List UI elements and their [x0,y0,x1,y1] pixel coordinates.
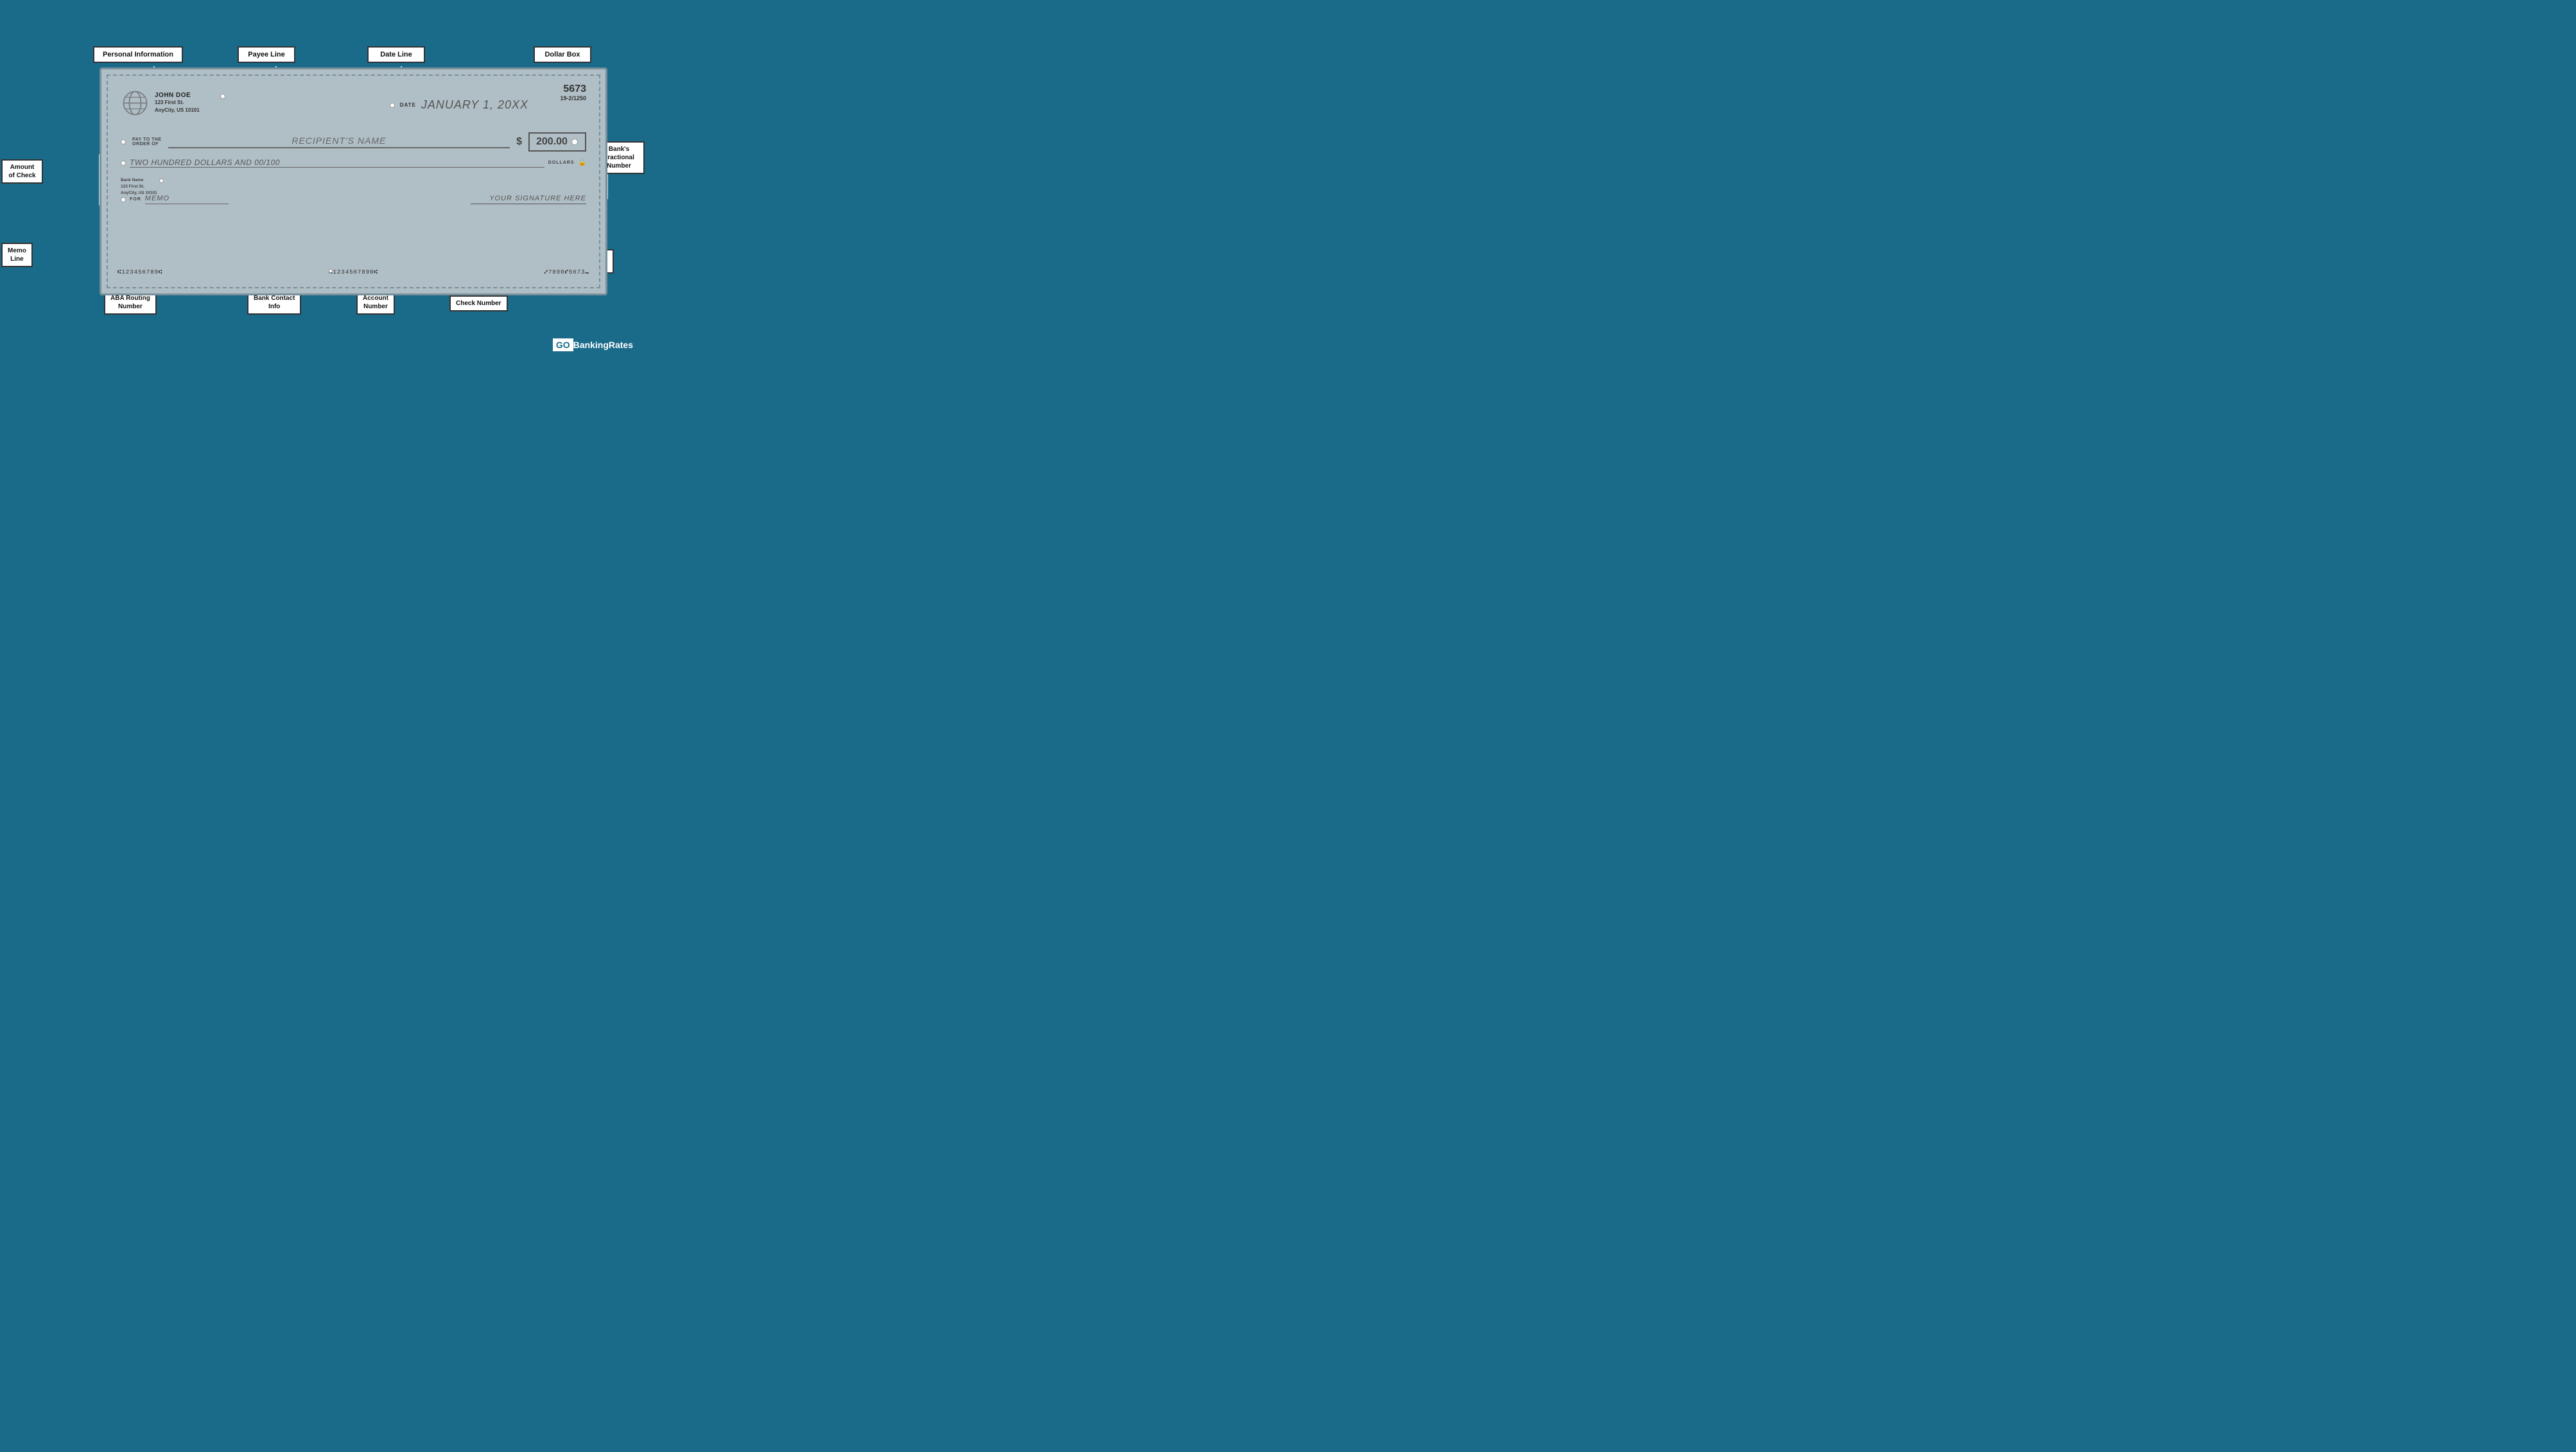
bank-address1: 123 First St. [121,184,157,190]
banking-rates-label: BankingRates [573,340,633,350]
go-label: GO [553,338,573,351]
label-personal-information: Personal Information [93,46,183,63]
date-area: DATE JANUARY 1, 20XX [390,98,528,112]
label-dollar-box: Dollar Box [534,46,591,63]
personal-info-text: JOHN DOE 123 First St. AnyCity, US 10101 [155,92,200,114]
check-number: 5673 [560,83,586,95]
pay-to-label: PAY TO THEORDER OF [132,137,162,146]
recipient-name: RECIPIENT'S NAME [168,136,510,148]
label-memo-line: MemoLine [1,243,33,267]
check-inner: 5673 19-2/1250 JOHN DOE 123 First St. An… [107,74,600,288]
micr-routing: ⑆123456789⑆ [117,269,162,276]
micr-check: ⑇7890⑈5673⑉ [544,269,589,276]
written-amount-text: TWO HUNDRED DOLLARS AND 00/100 [130,158,544,168]
dollar-box: 200.00 [528,132,586,152]
micr-account: ⑆1234567890⑆ [329,269,378,276]
account-holder-address2: AnyCity, US 10101 [155,107,200,114]
personal-info-area: JOHN DOE 123 First St. AnyCity, US 10101 [121,89,200,118]
fractional-number: 19-2/1250 [560,95,586,101]
label-amount-of-check: Amountof Check [1,159,43,184]
pay-to-area: PAY TO THEORDER OF RECIPIENT'S NAME $ 20… [121,132,586,152]
date-value: JANUARY 1, 20XX [421,98,528,112]
check-number-area: 5673 19-2/1250 [560,83,586,101]
amount-dot [571,139,578,145]
micr-line: ⑆123456789⑆ ⑆1234567890⑆ ⑇7890⑈5673⑉ [117,269,589,276]
branding: GO BankingRates [553,338,633,351]
signature-text: YOUR SIGNATURE HERE [471,195,586,204]
bank-info-dot [159,179,164,183]
memo-line-area: FOR MEMO YOUR SIGNATURE HERE [121,195,586,204]
for-label: FOR [130,197,141,202]
account-holder-address1: 123 First St. [155,99,200,107]
bank-name: Bank Name [121,177,157,184]
label-payee-line: Payee Line [238,46,295,63]
amount-value: 200.00 [536,136,568,148]
written-amount-dot [121,161,126,166]
check: 5673 19-2/1250 JOHN DOE 123 First St. An… [100,67,607,295]
personal-info-dot [220,94,225,99]
account-holder-name: JOHN DOE [155,92,200,99]
payee-dot [121,139,126,144]
lock-icon: 🔒 [579,159,586,166]
dollars-label: DOLLARS [548,161,575,165]
label-date-line: Date Line [367,46,425,63]
bank-info-area: Bank Name 123 First St. AnyCity, US 1010… [121,177,157,196]
date-label: DATE [400,102,416,108]
globe-icon [121,89,150,118]
date-dot [390,103,395,108]
memo-text: MEMO [145,195,229,204]
label-check-number: Check Number [449,295,508,311]
written-amount-area: TWO HUNDRED DOLLARS AND 00/100 DOLLARS 🔒 [121,158,586,168]
memo-dot [121,197,126,202]
dollar-sign: $ [516,136,522,148]
